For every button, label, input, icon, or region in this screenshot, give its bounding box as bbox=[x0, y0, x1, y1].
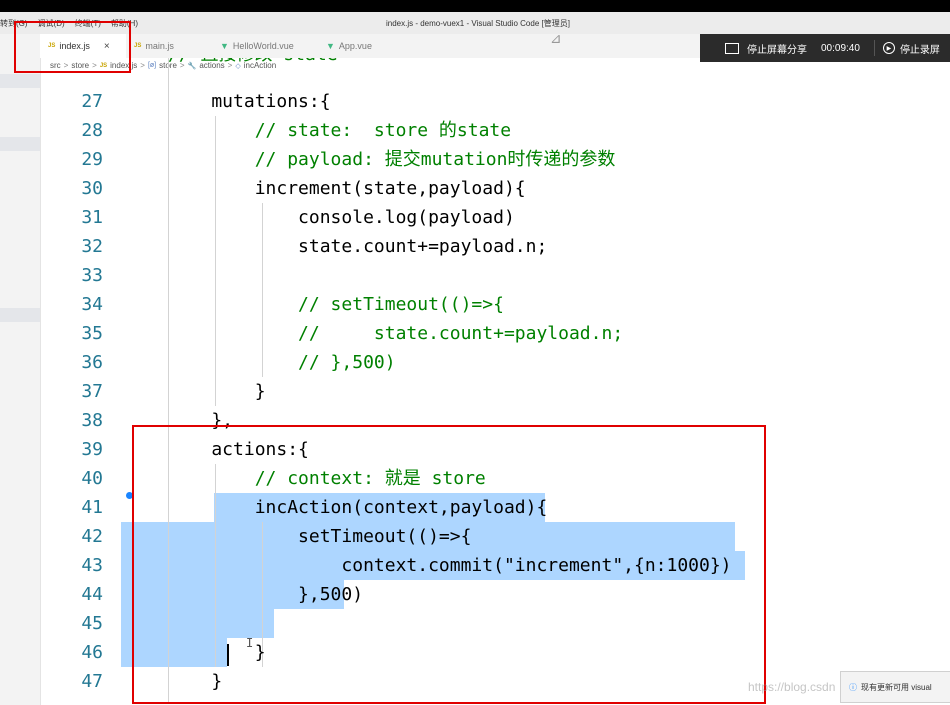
line-number: 43 bbox=[81, 555, 103, 576]
window-title: index.js - demo-vuex1 - Visual Studio Co… bbox=[386, 19, 570, 28]
js-file-icon: JS bbox=[134, 43, 142, 49]
code-line: 31 console.log(payload) bbox=[40, 203, 950, 232]
tab-helloworld-vue[interactable]: ▼ HelloWorld.vue bbox=[212, 34, 312, 58]
line-number: 31 bbox=[81, 207, 103, 228]
sidebar-row[interactable] bbox=[0, 74, 40, 88]
line-number: 37 bbox=[81, 381, 103, 402]
code-text: state.count+=payload.n; bbox=[168, 236, 548, 257]
line-number: 34 bbox=[81, 294, 103, 315]
tab-label: HelloWorld.vue bbox=[232, 41, 294, 51]
code-comment: // state: store 的state bbox=[168, 120, 512, 141]
tab-main-js[interactable]: JS main.js bbox=[126, 34, 212, 58]
vue-file-icon: ▼ bbox=[326, 41, 335, 51]
code-line: 29 // payload: 提交mutation时传递的参数 bbox=[40, 145, 950, 174]
code-line: 30 increment(state,payload){ bbox=[40, 174, 950, 203]
recording-timer: 00:09:40 bbox=[821, 42, 860, 54]
update-notification[interactable]: ⓘ 现有更新可用 visual bbox=[840, 671, 950, 703]
line-number: 38 bbox=[81, 410, 103, 431]
code-line: 27 mutations:{ bbox=[40, 87, 950, 116]
line-number: 29 bbox=[81, 149, 103, 170]
tab-app-vue[interactable]: ▼ App.vue bbox=[318, 34, 398, 58]
toolbar-divider bbox=[873, 40, 875, 56]
pin-icon[interactable]: ⊿ bbox=[550, 30, 562, 47]
notification-text: 现有更新可用 visual bbox=[861, 682, 932, 692]
line-number: 40 bbox=[81, 468, 103, 489]
title-bar: 转到(G) 调试(D) 终端(T) 帮助(H) index.js - demo-… bbox=[0, 12, 950, 35]
line-number: 35 bbox=[81, 323, 103, 344]
code-comment: // state.count+=payload.n; bbox=[168, 323, 624, 344]
code-line-partial: // 直接修改 state bbox=[40, 58, 950, 69]
line-number: 27 bbox=[81, 91, 103, 112]
code-comment: // },500) bbox=[168, 352, 396, 373]
line-number: 36 bbox=[81, 352, 103, 373]
line-number: 33 bbox=[81, 265, 103, 286]
annotation-box-tab bbox=[14, 21, 131, 73]
line-number: 41 bbox=[81, 497, 103, 518]
line-number: 44 bbox=[81, 584, 103, 605]
line-number: 28 bbox=[81, 120, 103, 141]
editor-tabs: JS index.js × JS main.js ▼ HelloWorld.vu… bbox=[40, 34, 700, 58]
code-line: 28 // state: store 的state bbox=[40, 116, 950, 145]
code-text: increment(state,payload){ bbox=[168, 178, 526, 199]
stop-record-label: 停止录屏 bbox=[899, 44, 940, 56]
watermark: https://blog.csdn bbox=[748, 680, 836, 694]
code-text: // 直接修改 state bbox=[168, 58, 338, 69]
record-icon: ▶ bbox=[882, 42, 895, 54]
code-line: 34 // setTimeout(()=>{ bbox=[40, 290, 950, 319]
sidebar-row[interactable] bbox=[0, 137, 40, 151]
line-number: 32 bbox=[81, 236, 103, 257]
annotation-box-actions bbox=[132, 425, 766, 704]
code-line: 35 // state.count+=payload.n; bbox=[40, 319, 950, 348]
top-black-band bbox=[0, 0, 950, 12]
info-icon: ⓘ bbox=[849, 682, 857, 692]
code-line: 33 bbox=[40, 261, 950, 290]
sidebar-row[interactable] bbox=[0, 308, 40, 322]
code-text: } bbox=[168, 381, 266, 402]
tab-label: main.js bbox=[145, 41, 174, 51]
screen-share-icon bbox=[725, 42, 739, 54]
code-line: 37 } bbox=[40, 377, 950, 406]
explorer-sidebar bbox=[0, 34, 41, 705]
code-comment: // payload: 提交mutation时传递的参数 bbox=[168, 149, 616, 170]
line-number: 45 bbox=[81, 613, 103, 634]
line-number: 39 bbox=[81, 439, 103, 460]
line-number: 46 bbox=[81, 642, 103, 663]
vue-file-icon: ▼ bbox=[220, 41, 229, 51]
code-comment: // setTimeout(()=>{ bbox=[168, 294, 504, 315]
line-number: 30 bbox=[81, 178, 103, 199]
line-number: 42 bbox=[81, 526, 103, 547]
code-line: 32 state.count+=payload.n; bbox=[40, 232, 950, 261]
stop-share-label: 停止屏幕分享 bbox=[747, 44, 807, 56]
stop-share-button[interactable]: 停止屏幕分享 bbox=[700, 41, 807, 56]
code-line: 36 // },500) bbox=[40, 348, 950, 377]
tab-label: App.vue bbox=[338, 41, 372, 51]
code-text: mutations:{ bbox=[168, 91, 331, 112]
code-text: console.log(payload) bbox=[168, 207, 515, 228]
stop-record-button[interactable]: ▶ 停止录屏 bbox=[882, 41, 940, 56]
line-number: 47 bbox=[81, 671, 103, 692]
